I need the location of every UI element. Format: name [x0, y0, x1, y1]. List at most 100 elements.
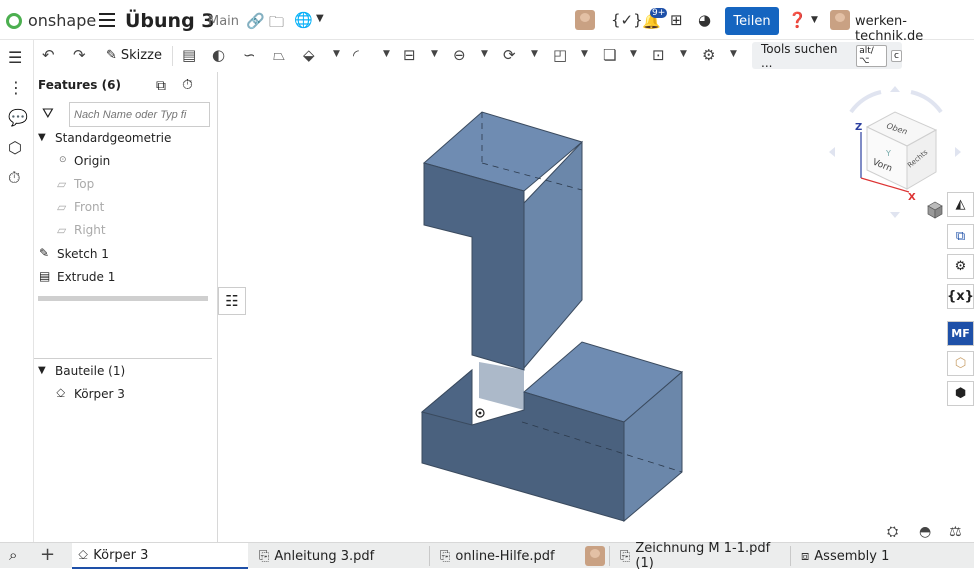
tab-divider	[429, 546, 430, 566]
render-icon[interactable]: ⬢	[947, 381, 974, 406]
view-cube-arrow-left[interactable]	[829, 147, 835, 157]
model-canvas[interactable]: Oben Vorn Rechts Z X Y ⛭ ◓ ⚖	[219, 72, 974, 542]
add-folder-icon[interactable]: ⧉	[156, 78, 166, 94]
view-cube-arrow-right[interactable]	[955, 147, 961, 157]
view-cube[interactable]: Oben Vorn Rechts Z X Y	[829, 86, 961, 218]
insert-icon[interactable]: ⋮	[8, 78, 24, 97]
section-view-icon[interactable]: ◓	[919, 524, 931, 540]
chevron-down-icon[interactable]: ▼	[383, 49, 390, 59]
chevron-down-icon[interactable]: ▼	[316, 13, 324, 24]
apps-icon[interactable]: ⊞	[670, 11, 683, 29]
undo-icon[interactable]: ↶	[42, 46, 55, 64]
redo-icon[interactable]: ↷	[73, 46, 86, 64]
document-title[interactable]: Übung 3	[125, 10, 215, 32]
share-button[interactable]: Teilen	[725, 7, 779, 35]
tab-pdf-anleitung[interactable]: ⎘ Anleitung 3.pdf	[253, 543, 429, 569]
feature-search-input[interactable]	[69, 102, 210, 127]
loft-icon[interactable]: ⏢	[273, 46, 285, 64]
help-icon[interactable]: ❓	[788, 11, 807, 29]
help-chevron-icon[interactable]: ▼	[811, 15, 818, 25]
shell-icon[interactable]: ⊟	[403, 46, 416, 64]
tool-search-button[interactable]: Tools suchen ... alt/⌥ c	[752, 42, 902, 70]
sketch-feature-item[interactable]: Sketch 1	[57, 247, 109, 261]
assembly-icon: ⧈	[801, 548, 810, 564]
collaborator-avatar[interactable]	[575, 10, 595, 30]
chevron-down-icon[interactable]: ▼	[38, 132, 46, 143]
tab-divider	[609, 546, 610, 566]
custom-features-icon[interactable]: {x}	[947, 284, 974, 309]
default-geometry-folder[interactable]: Standardgeometrie	[55, 131, 171, 145]
user-avatar[interactable]	[830, 10, 850, 30]
chevron-down-icon[interactable]: ▼	[680, 49, 687, 59]
parts-folder[interactable]: Bauteile (1)	[55, 364, 125, 378]
chevron-down-icon[interactable]: ▼	[730, 49, 737, 59]
instances-icon[interactable]: ⧉	[947, 224, 974, 249]
appearance-icon[interactable]: ◭	[947, 192, 974, 217]
chevron-down-icon[interactable]: ▼	[333, 49, 340, 59]
history-icon[interactable]: ⏱	[8, 168, 20, 188]
view-cube-rotate-left[interactable]	[849, 90, 882, 114]
onshape-logo[interactable]: onshape	[6, 11, 96, 30]
graphics-viewport[interactable]: Oben Vorn Rechts Z X Y ⛭ ◓ ⚖	[219, 72, 974, 542]
mate-connector-icon[interactable]: ⊡	[652, 46, 665, 64]
feature-list-icon[interactable]: ☰	[8, 48, 22, 67]
menu-icon[interactable]	[99, 13, 115, 27]
shortcut-key: c	[891, 49, 902, 62]
revolve-icon[interactable]: ◐	[212, 46, 225, 64]
boolean-icon[interactable]: ⊖	[453, 46, 466, 64]
tab-part-studio[interactable]: ⎐ Körper 3	[72, 543, 248, 569]
settings-icon[interactable]: ⚙	[702, 46, 715, 64]
tab-bar: ⌕ + ⎐ Körper 3 ⎘ Anleitung 3.pdf ⎘ onlin…	[0, 541, 974, 571]
tab-assembly[interactable]: ⧈ Assembly 1	[795, 543, 971, 569]
chevron-down-icon[interactable]: ▼	[531, 49, 538, 59]
fillet-icon[interactable]: ◜	[353, 46, 359, 64]
origin-marker-dot	[478, 411, 482, 415]
sketch-icon: ✎	[39, 246, 50, 260]
mass-properties-label: MF	[951, 327, 970, 340]
globe-icon[interactable]: 🌐	[294, 11, 313, 29]
top-plane-item[interactable]: Top	[74, 177, 94, 191]
pattern-icon[interactable]: ❏	[603, 46, 616, 64]
collaborator-avatar[interactable]	[585, 546, 605, 566]
plane-icon[interactable]: ◰	[553, 46, 567, 64]
view-cube-rotate-right[interactable]	[910, 90, 943, 114]
folder-icon[interactable]: 🗀	[269, 12, 284, 37]
material-icon[interactable]: ⬡	[947, 351, 974, 376]
front-plane-item[interactable]: Front	[74, 200, 104, 214]
filter-icon[interactable]: ⛛	[42, 106, 54, 122]
rollback-timer-icon[interactable]: ⏱	[182, 77, 193, 93]
chevron-down-icon[interactable]: ▼	[38, 365, 46, 376]
extrude-feature-item[interactable]: Extrude 1	[57, 270, 115, 284]
view-cube-menu-icon[interactable]	[927, 201, 943, 219]
chevron-down-icon[interactable]: ▼	[481, 49, 488, 59]
sweep-icon[interactable]: ∽	[243, 46, 256, 64]
link-icon[interactable]: 🔗	[246, 12, 265, 30]
parts-icon[interactable]: ⬡	[8, 138, 22, 157]
configurations-icon[interactable]: ⚙	[947, 254, 974, 279]
rollback-bar[interactable]	[38, 296, 208, 301]
extrude-icon[interactable]: ▤	[182, 46, 196, 64]
add-tab-icon[interactable]: +	[40, 544, 55, 565]
origin-item[interactable]: Origin	[74, 154, 110, 168]
panel-divider[interactable]	[34, 358, 212, 359]
thicken-icon[interactable]: ⬙	[303, 46, 315, 64]
transform-icon[interactable]: ⟳	[503, 46, 516, 64]
mass-properties-button[interactable]: MF	[947, 321, 974, 346]
tab-pdf-help[interactable]: ⎘ online-Hilfe.pdf	[434, 543, 606, 569]
tab-search-icon[interactable]: ⌕	[9, 546, 17, 564]
chevron-down-icon[interactable]: ▼	[630, 49, 637, 59]
view-cube-arrow-down[interactable]	[890, 212, 900, 218]
chevron-down-icon[interactable]: ▼	[431, 49, 438, 59]
learning-center-icon[interactable]: ◕	[698, 11, 711, 29]
view-cube-arrow-up[interactable]	[890, 86, 900, 92]
chevron-down-icon[interactable]: ▼	[581, 49, 588, 59]
comments-icon[interactable]: 💬	[8, 108, 28, 127]
variables-icon[interactable]: {✓}	[611, 11, 643, 29]
part-item[interactable]: Körper 3	[74, 387, 125, 401]
workspace-name[interactable]: Main	[208, 14, 239, 29]
sketch-button[interactable]: ✎ Skizze	[106, 48, 162, 63]
measure-icon[interactable]: ⚖	[949, 524, 962, 540]
tab-pdf-drawing[interactable]: ⎘ Zeichnung M 1-1.pdf (1)	[614, 541, 790, 571]
right-plane-item[interactable]: Right	[74, 223, 106, 237]
display-mode-icon[interactable]: ⛭	[887, 524, 898, 540]
